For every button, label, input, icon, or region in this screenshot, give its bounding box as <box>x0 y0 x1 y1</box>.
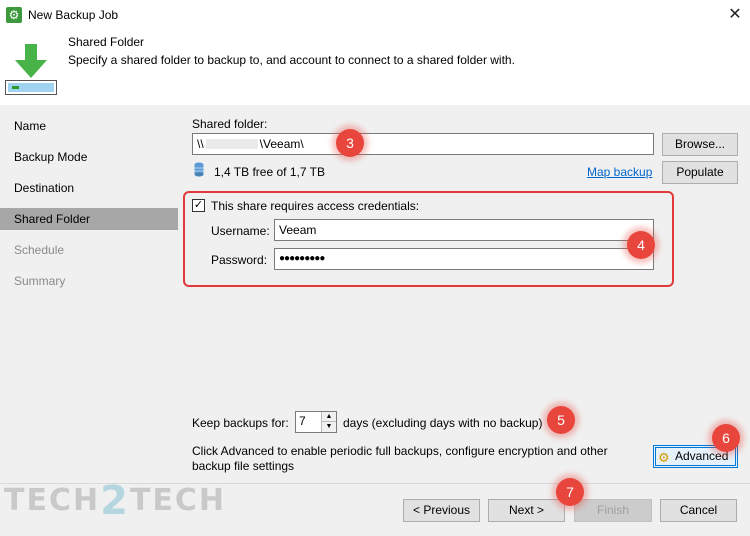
title-bar: ⚙ New Backup Job ✕ <box>0 0 750 30</box>
callout-4: 4 <box>627 231 655 259</box>
step-name[interactable]: Name <box>0 115 178 137</box>
gear-icon: ⚙ <box>658 450 670 465</box>
wizard-steps-sidebar: Name Backup Mode Destination Shared Fold… <box>0 105 178 483</box>
browse-button[interactable]: Browse... <box>662 133 738 156</box>
retention-days-stepper[interactable]: 7 ▲ ▼ <box>295 411 337 433</box>
step-schedule: Schedule <box>14 243 65 257</box>
wizard-header: Shared Folder Specify a shared folder to… <box>0 30 750 105</box>
stepper-up-icon[interactable]: ▲ <box>322 412 336 422</box>
step-shared-folder[interactable]: Shared Folder <box>0 208 178 230</box>
database-icon <box>194 162 204 177</box>
keep-backups-label: Keep backups for: <box>192 416 289 430</box>
watermark-left: TECH <box>4 483 101 518</box>
shared-folder-suffix: \Veeam\ <box>259 137 304 151</box>
shared-folder-input[interactable]: \\ \Veeam\ <box>192 133 654 155</box>
shared-folder-label: Shared folder: <box>192 117 268 131</box>
stepper-buttons: ▲ ▼ <box>321 412 336 432</box>
page-title: Shared Folder <box>68 35 145 49</box>
cancel-button[interactable]: Cancel <box>660 499 737 522</box>
download-arrow-icon <box>5 44 57 95</box>
watermark-middle: 2 <box>100 478 130 524</box>
page-description: Specify a shared folder to backup to, an… <box>68 53 515 67</box>
next-button[interactable]: Next > <box>488 499 565 522</box>
days-suffix-label: days (excluding days with no backup) <box>343 416 543 430</box>
stepper-down-icon[interactable]: ▼ <box>322 422 336 432</box>
callout-5: 5 <box>547 406 575 434</box>
populate-button[interactable]: Populate <box>662 161 738 184</box>
close-button[interactable]: ✕ <box>725 5 745 25</box>
previous-button[interactable]: < Previous <box>403 499 480 522</box>
window-title: New Backup Job <box>28 8 119 22</box>
callout-6: 6 <box>712 424 740 452</box>
step-destination[interactable]: Destination <box>0 177 178 199</box>
callout-7: 7 <box>556 478 584 506</box>
finish-button: Finish <box>574 499 652 522</box>
veeam-app-icon: ⚙ <box>6 7 22 23</box>
free-space-text: 1,4 TB free of 1,7 TB <box>214 165 325 179</box>
wizard-content: Shared folder: \\ \Veeam\ Browse... 1,4 T… <box>178 105 750 483</box>
callout-3: 3 <box>336 129 364 157</box>
retention-days-value: 7 <box>299 414 306 428</box>
shared-folder-prefix: \\ <box>197 137 204 151</box>
map-backup-link[interactable]: Map backup <box>587 165 652 179</box>
redacted-server-name <box>205 139 258 149</box>
advanced-hint: Click Advanced to enable periodic full b… <box>192 444 608 473</box>
watermark-right: TECH <box>129 483 227 518</box>
credentials-highlight <box>183 191 674 287</box>
step-summary: Summary <box>14 274 66 288</box>
tech2tech-watermark: TECH2TECH <box>4 478 226 524</box>
step-backup-mode[interactable]: Backup Mode <box>0 146 178 168</box>
